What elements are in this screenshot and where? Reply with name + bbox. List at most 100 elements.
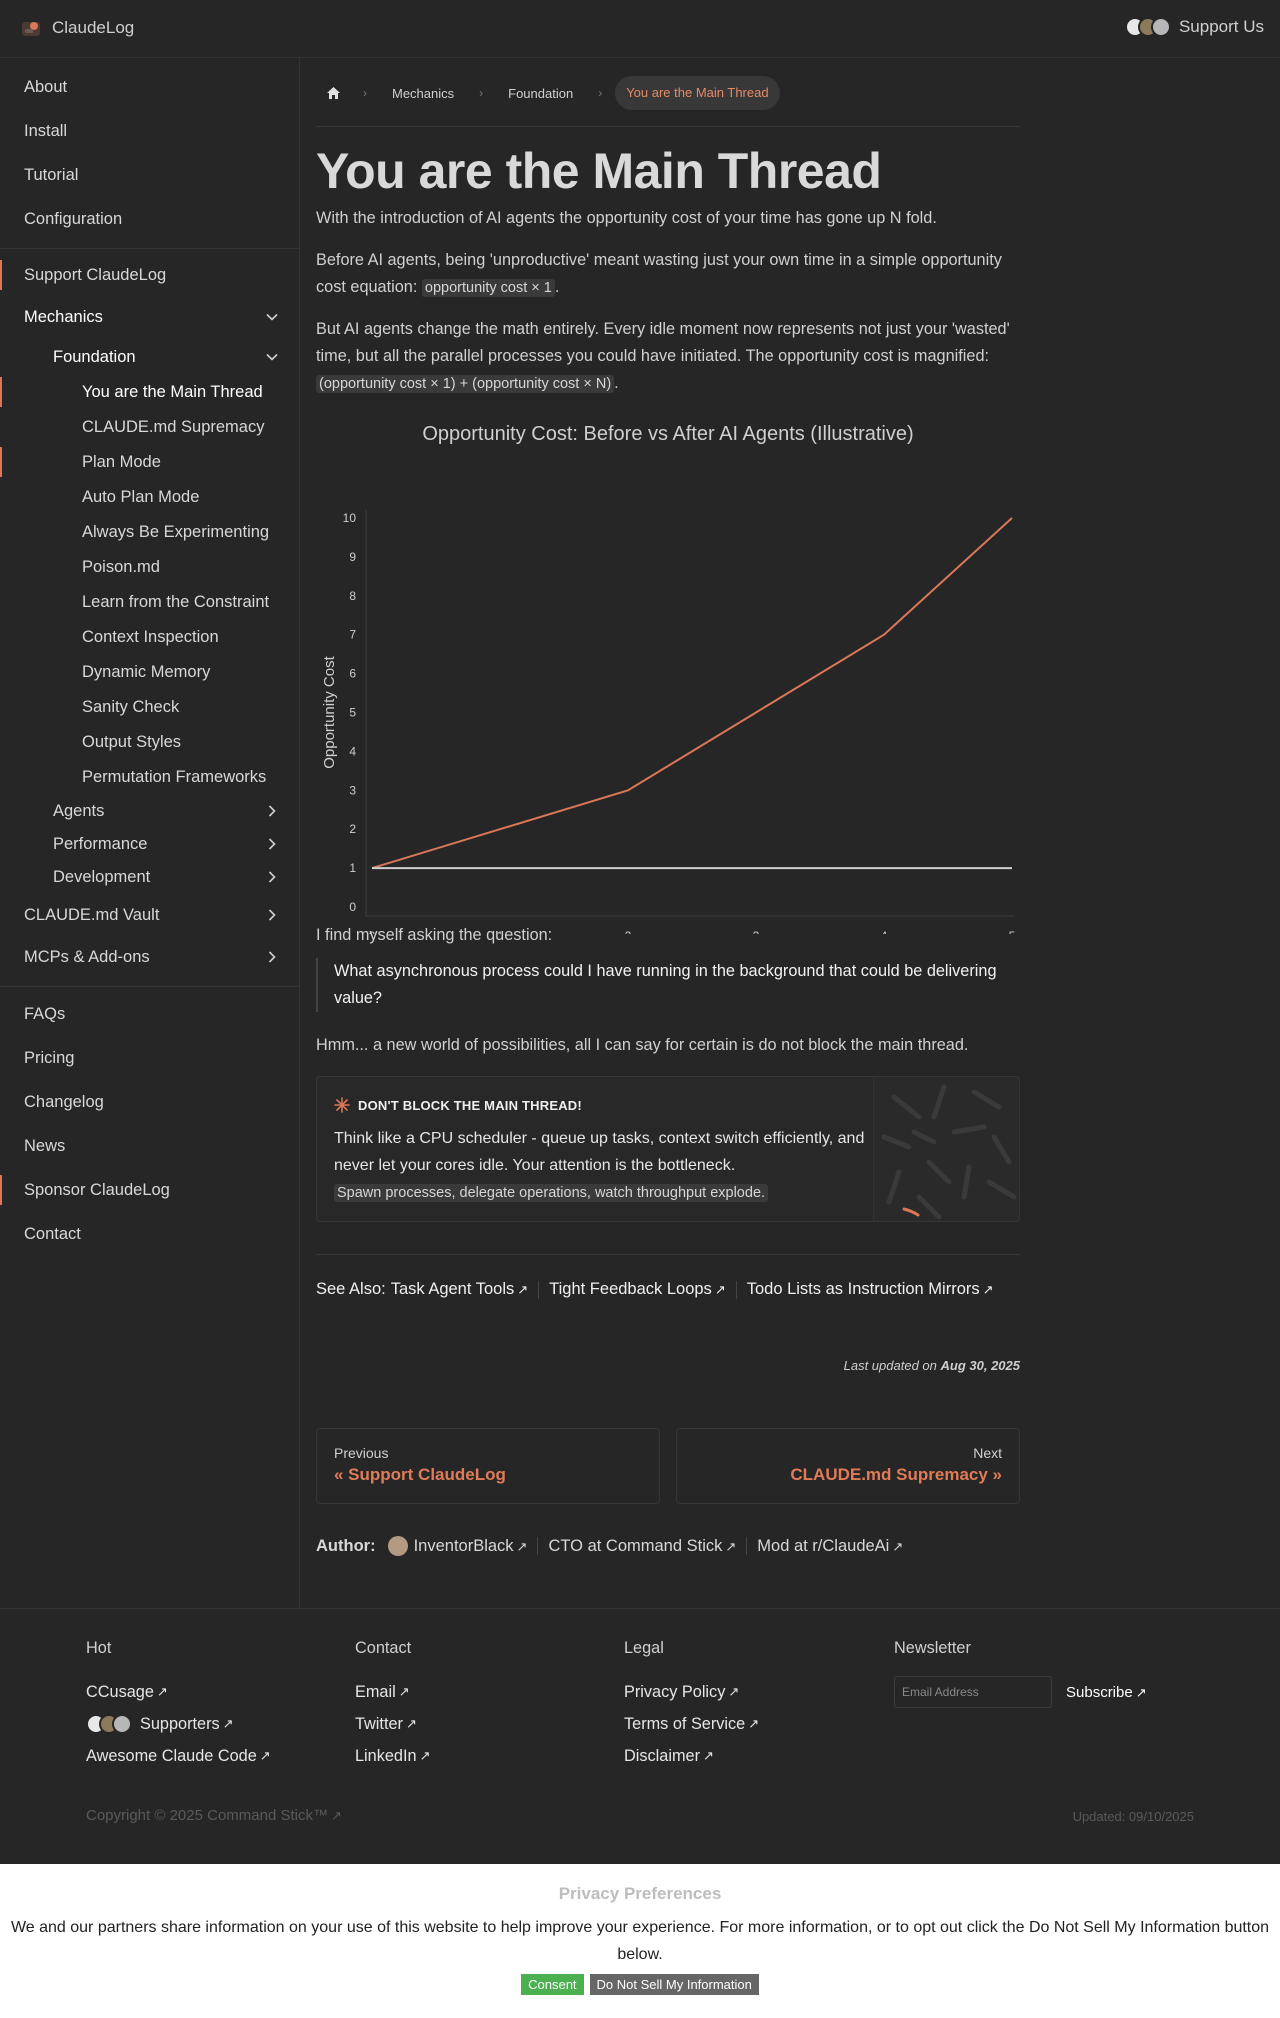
divider (537, 1537, 539, 1555)
see-also: See Also: Task Agent Tools ↗ Tight Feedba… (316, 1280, 994, 1299)
y-tick-label: 0 (349, 900, 356, 914)
subscribe-button[interactable]: Subscribe ↗ (1066, 1684, 1147, 1701)
sidebar-item-label: Auto Plan Mode (82, 488, 200, 506)
y-tick-label: 7 (349, 628, 356, 642)
external-link-icon: ↗ (1135, 1684, 1147, 1700)
sidebar-item-label: Permutation Frameworks (82, 768, 267, 786)
y-tick-label: 9 (349, 550, 356, 564)
claudelog-logo-icon (20, 17, 44, 39)
sidebar-item-label: Pricing (24, 1049, 75, 1067)
pager-label: Previous (334, 1445, 389, 1461)
external-link-icon: ↗ (728, 1684, 740, 1699)
footer-link[interactable]: CCusage ↗ (86, 1676, 271, 1708)
paragraph: With the introduction of AI agents the o… (316, 205, 1020, 232)
sidebar-divider (0, 986, 299, 987)
author-avatar (387, 1536, 408, 1556)
sidebar-item-label: Contact (24, 1225, 81, 1243)
chevron-right-icon: › (479, 86, 484, 100)
updated-label: Last updated on (843, 1358, 937, 1373)
email-input[interactable]: Email Address (894, 1676, 1052, 1708)
next-page-link[interactable]: Next CLAUDE.md Supremacy » (676, 1428, 1020, 1504)
link-text: Todo Lists as Instruction Mirrors (746, 1280, 980, 1298)
y-tick-label: 6 (349, 667, 356, 681)
paragraph: Hmm... a new world of possibilities, all… (316, 1032, 1020, 1059)
series-line-after (371, 517, 1013, 870)
author-label: Author: (316, 1536, 376, 1555)
footer-link[interactable]: Privacy Policy ↗ (624, 1676, 759, 1708)
inline-code: opportunity cost × 1 (421, 279, 555, 297)
chevron-down-icon (266, 353, 278, 361)
y-tick-label: 5 (349, 706, 356, 720)
y-axis-label: Opportunity Cost (321, 655, 338, 768)
author-link[interactable]: CTO at Command Stick ↗ (548, 1537, 736, 1556)
newsletter-form: Email Address Subscribe ↗ (894, 1676, 1147, 1708)
link-text: Supporters (140, 1714, 220, 1733)
breadcrumb-foundation[interactable]: Foundation (496, 86, 585, 101)
sidebar-item-label: FAQs (24, 1005, 66, 1023)
external-link-icon: ↗ (748, 1716, 760, 1731)
see-also-link[interactable]: Todo Lists as Instruction Mirrors ↗ (747, 1280, 994, 1299)
sidebar-item-label: Configuration (24, 210, 123, 228)
chevron-right-icon (268, 871, 276, 883)
sidebar-item-label: MCPs & Add-ons (24, 948, 150, 966)
do-not-sell-button[interactable]: Do Not Sell My Information (589, 1974, 759, 1995)
callout-body-text: Think like a CPU scheduler - queue up ta… (334, 1130, 865, 1174)
link-text: Disclaimer (624, 1746, 700, 1765)
y-tick-label: 3 (349, 783, 356, 797)
callout-body: Think like a CPU scheduler - queue up ta… (334, 1125, 874, 1207)
sidebar-item-label: Context Inspection (82, 628, 219, 646)
sidebar-item-label: Tutorial (24, 166, 79, 184)
button-label: Subscribe (1066, 1683, 1133, 1701)
footer-link[interactable]: Email ↗ (355, 1676, 430, 1708)
brand-link[interactable]: ClaudeLog (20, 17, 134, 39)
footer-link[interactable]: LinkedIn ↗ (355, 1740, 430, 1772)
inline-code: Spawn processes, delegate operations, wa… (334, 1184, 769, 1202)
link-text: Privacy Policy (624, 1682, 726, 1701)
footer-link[interactable]: Twitter ↗ (355, 1708, 430, 1740)
external-link-icon: ↗ (982, 1282, 994, 1297)
chevron-right-icon: › (363, 86, 367, 100)
link-text: CCusage (86, 1682, 154, 1701)
link-text: Mod at r/ClaudeAi (757, 1536, 890, 1555)
pager-value: « Support ClaudeLog (334, 1465, 506, 1484)
paragraph-text: But AI agents change the math entirely. … (316, 320, 1010, 365)
breadcrumb: › Mechanics › Foundation › You are the M… (316, 76, 780, 110)
link-text: Email (355, 1682, 396, 1701)
asterisk-icon (334, 1097, 350, 1113)
page-title: You are the Main Thread (316, 143, 882, 199)
home-icon[interactable] (316, 76, 350, 110)
footer-link[interactable]: Supporters ↗ (86, 1708, 271, 1740)
external-link-icon: ↗ (892, 1538, 904, 1554)
chevron-right-icon (268, 951, 276, 963)
privacy-banner: Privacy Preferences We and our partners … (0, 1864, 1280, 2018)
author-link[interactable]: InventorBlack ↗ (414, 1537, 528, 1556)
sidebar-item-label: Plan Mode (82, 453, 161, 471)
see-also-link[interactable]: Tight Feedback Loops ↗ (549, 1280, 726, 1299)
sidebar-item-label: News (24, 1137, 66, 1155)
paragraph-text: With the introduction of AI agents the o… (316, 209, 937, 227)
consent-button[interactable]: Consent (521, 1974, 584, 1995)
sidebar-item-label: About (24, 78, 68, 96)
paragraph: I find myself asking the question: (316, 922, 1020, 949)
author-line: Author: InventorBlack ↗ CTO at Command St… (316, 1536, 903, 1556)
copyright-link[interactable]: Copyright © 2025 Command Stick™ ↗ (86, 1807, 342, 1824)
divider (735, 1280, 737, 1299)
support-us-link[interactable]: Support Us (1124, 17, 1264, 37)
sidebar: About Install Tutorial Configuration Sup… (0, 58, 300, 1610)
sidebar-item-label: You are the Main Thread (82, 383, 263, 401)
external-link-icon: ↗ (517, 1282, 529, 1297)
privacy-text: We and our partners share information on… (10, 1919, 1270, 1963)
external-link-icon: ↗ (703, 1748, 714, 1763)
author-link[interactable]: Mod at r/ClaudeAi ↗ (757, 1537, 903, 1556)
footer-heading: Contact (355, 1639, 412, 1657)
footer-link[interactable]: Disclaimer ↗ (624, 1740, 759, 1772)
paragraph: Before AI agents, being 'unproductive' m… (316, 247, 1020, 302)
footer-link[interactable]: Terms of Service ↗ (624, 1708, 759, 1740)
supporter-avatars (1124, 17, 1171, 37)
sidebar-item-label: CLAUDE.md Supremacy (82, 418, 265, 436)
link-text: LinkedIn (355, 1746, 417, 1765)
breadcrumb-mechanics[interactable]: Mechanics (380, 86, 466, 101)
footer-link[interactable]: Awesome Claude Code ↗ (86, 1740, 271, 1772)
previous-page-link[interactable]: Previous « Support ClaudeLog (316, 1428, 660, 1504)
see-also-link[interactable]: Task Agent Tools ↗ (391, 1280, 528, 1299)
